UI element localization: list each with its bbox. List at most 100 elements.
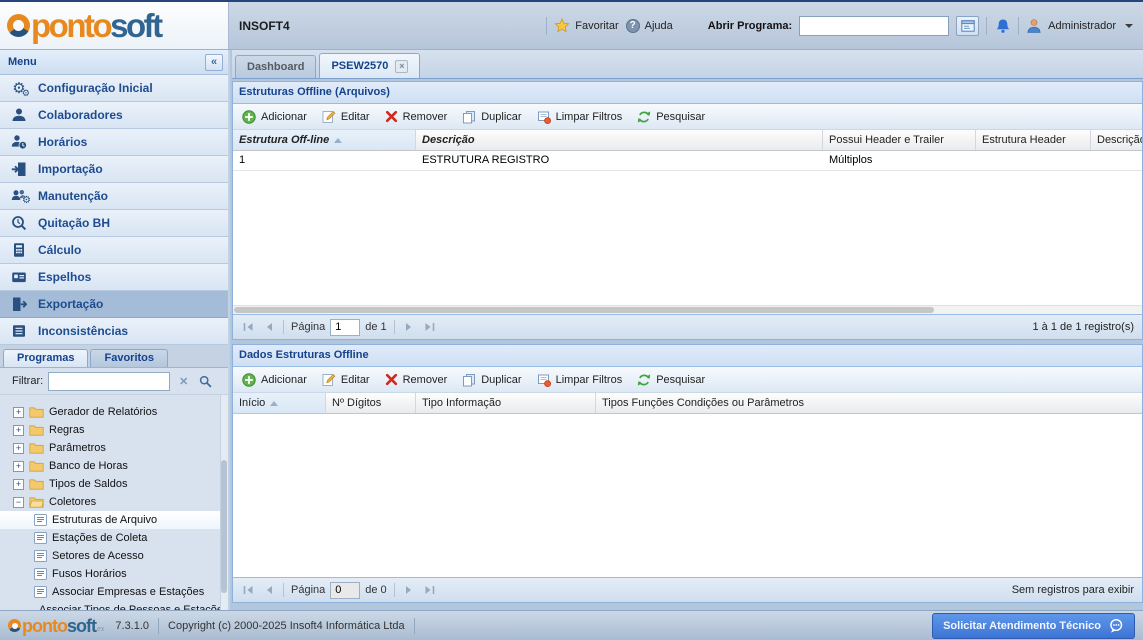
separator (986, 17, 987, 35)
prev-page-button[interactable] (261, 582, 276, 598)
table-row[interactable]: 1 ESTRUTURA REGISTRO Múltiplos (233, 151, 1142, 171)
menu-item-calculo[interactable]: Cálculo (0, 237, 228, 264)
folder-icon (29, 442, 44, 454)
tab-dashboard[interactable]: Dashboard (235, 55, 316, 78)
scrollbar-thumb[interactable] (234, 307, 934, 313)
menu-title: Menu (8, 56, 37, 68)
menu-item-importacao[interactable]: Importação (0, 156, 228, 183)
user-name: Administrador (1048, 20, 1116, 32)
tree-folder-banco-de-horas[interactable]: + Banco de Horas (0, 457, 228, 475)
column-tipos-funcoes-condicoes-ou-parametros[interactable]: Tipos Funções Condições ou Parâmetros (596, 393, 1142, 413)
favorite-button[interactable]: Favoritar (554, 18, 618, 34)
menu-item-configuracao-inicial[interactable]: ⚙⚙ Configuração Inicial (0, 75, 228, 102)
expand-icon[interactable]: + (13, 425, 24, 436)
edit-button[interactable]: Editar (316, 107, 379, 127)
menu-item-manutencao[interactable]: ⚙ Manutenção (0, 183, 228, 210)
program-icon (34, 568, 47, 580)
last-page-button[interactable] (422, 319, 437, 335)
filter-label: Filtrar: (12, 375, 43, 387)
page-of-label: de 0 (365, 584, 386, 596)
tree-item-associar-empresas-e-estacoes[interactable]: Associar Empresas e Estações (0, 583, 228, 601)
menu-item-exportacao[interactable]: Exportação (0, 291, 228, 318)
duplicate-button[interactable]: Duplicar (456, 107, 530, 127)
tree-item-estacoes-de-coleta[interactable]: Estações de Coleta (0, 529, 228, 547)
scrollbar-thumb[interactable] (221, 460, 227, 593)
column-descricao[interactable]: Descrição (416, 130, 823, 150)
expand-icon[interactable]: + (13, 443, 24, 454)
close-icon[interactable]: × (395, 60, 408, 73)
clear-filters-button[interactable]: Limpar Filtros (531, 370, 632, 390)
expand-icon[interactable]: + (13, 461, 24, 472)
expand-icon[interactable]: + (13, 407, 24, 418)
pager-estruturas: Página de 1 1 à 1 de 1 registro(s) (233, 314, 1142, 339)
tree-folder-tipos-de-saldos[interactable]: + Tipos de Saldos (0, 475, 228, 493)
tab-favoritos[interactable]: Favoritos (90, 349, 168, 367)
user-menu[interactable]: Administrador (1026, 18, 1133, 34)
logo: pontosoft (0, 2, 229, 49)
search-refresh-icon (637, 373, 651, 387)
next-page-button[interactable] (402, 582, 417, 598)
search-button[interactable]: Pesquisar (631, 370, 714, 390)
folder-icon (29, 424, 44, 436)
tree-item-setores-de-acesso[interactable]: Setores de Acesso (0, 547, 228, 565)
prev-page-button[interactable] (261, 319, 276, 335)
next-page-button[interactable] (402, 319, 417, 335)
menu-item-inconsistencias[interactable]: Inconsistências (0, 318, 228, 345)
tab-programas[interactable]: Programas (3, 349, 88, 367)
clear-filters-button[interactable]: Limpar Filtros (531, 107, 632, 127)
menu-item-espelhos[interactable]: Espelhos (0, 264, 228, 291)
menu-item-horarios[interactable]: Horários (0, 129, 228, 156)
last-page-button[interactable] (422, 582, 437, 598)
column-estrutura-header[interactable]: Estrutura Header (976, 130, 1091, 150)
folder-icon (29, 478, 44, 490)
open-program-browse-button[interactable] (956, 16, 979, 36)
menu-item-colaboradores[interactable]: Colaboradores (0, 102, 228, 129)
menu-item-quitacao-bh[interactable]: Quitação BH (0, 210, 228, 237)
tab-psew2570[interactable]: PSEW2570 × (319, 53, 420, 78)
tree-item-fusos-horarios[interactable]: Fusos Horários (0, 565, 228, 583)
first-page-button[interactable] (241, 319, 256, 335)
tree-folder-regras[interactable]: + Regras (0, 421, 228, 439)
duplicate-icon (462, 110, 476, 124)
search-icon (199, 375, 212, 388)
open-folder-icon (29, 496, 44, 508)
filter-clear-button[interactable]: ✕ (175, 372, 192, 390)
duplicate-button[interactable]: Duplicar (456, 370, 530, 390)
menu-collapse-button[interactable]: « (205, 54, 223, 71)
tree-folder-coletores[interactable]: − Coletores (0, 493, 228, 511)
filter-search-button[interactable] (197, 372, 214, 390)
add-button[interactable]: Adicionar (236, 107, 316, 127)
remove-button[interactable]: Remover (379, 370, 457, 389)
page-number-input[interactable] (330, 582, 360, 599)
tree-folder-parametros[interactable]: + Parâmetros (0, 439, 228, 457)
edit-button[interactable]: Editar (316, 370, 379, 390)
first-page-button[interactable] (241, 582, 256, 598)
column-descricao-2[interactable]: Descrição (1091, 130, 1142, 150)
toolbar-dados: Adicionar Editar Remover Duplicar Limpar… (233, 367, 1142, 393)
remove-button[interactable]: Remover (379, 107, 457, 126)
tree-item-clipped[interactable]: + (0, 395, 228, 403)
sidebar: Menu « ⚙⚙ Configuração Inicial Colaborad… (0, 50, 230, 610)
program-tree: + + Gerador de Relatórios + Regras + Par… (0, 395, 228, 610)
program-icon (34, 550, 47, 562)
tree-folder-gerador-de-relatorios[interactable]: + Gerador de Relatórios (0, 403, 228, 421)
search-button[interactable]: Pesquisar (631, 107, 714, 127)
add-button[interactable]: Adicionar (236, 370, 316, 390)
tree-item-associar-tipos-de-pessoas-e-estacoes[interactable]: Associar Tipos de Pessoas e Estações (0, 601, 228, 610)
notifications-button[interactable] (994, 17, 1011, 35)
help-button[interactable]: ? Ajuda (626, 19, 673, 33)
column-n-digitos[interactable]: Nº Dígitos (326, 393, 416, 413)
collapse-icon[interactable]: − (13, 497, 24, 508)
column-tipo-informacao[interactable]: Tipo Informação (416, 393, 596, 413)
page-number-input[interactable] (330, 319, 360, 336)
expand-icon[interactable]: + (13, 479, 24, 490)
support-button[interactable]: Solicitar Atendimento Técnico (932, 613, 1135, 639)
column-possui-header-e-trailer[interactable]: Possui Header e Trailer (823, 130, 976, 150)
tree-scrollbar[interactable] (220, 395, 228, 610)
column-inicio[interactable]: Início (233, 393, 326, 413)
tree-item-estruturas-de-arquivo[interactable]: Estruturas de Arquivo (0, 511, 228, 529)
open-program-input[interactable] (799, 16, 949, 36)
column-estrutura-off-line[interactable]: Estrutura Off-line (233, 130, 416, 150)
horizontal-scrollbar[interactable] (233, 305, 1142, 314)
filter-input[interactable] (48, 372, 170, 391)
